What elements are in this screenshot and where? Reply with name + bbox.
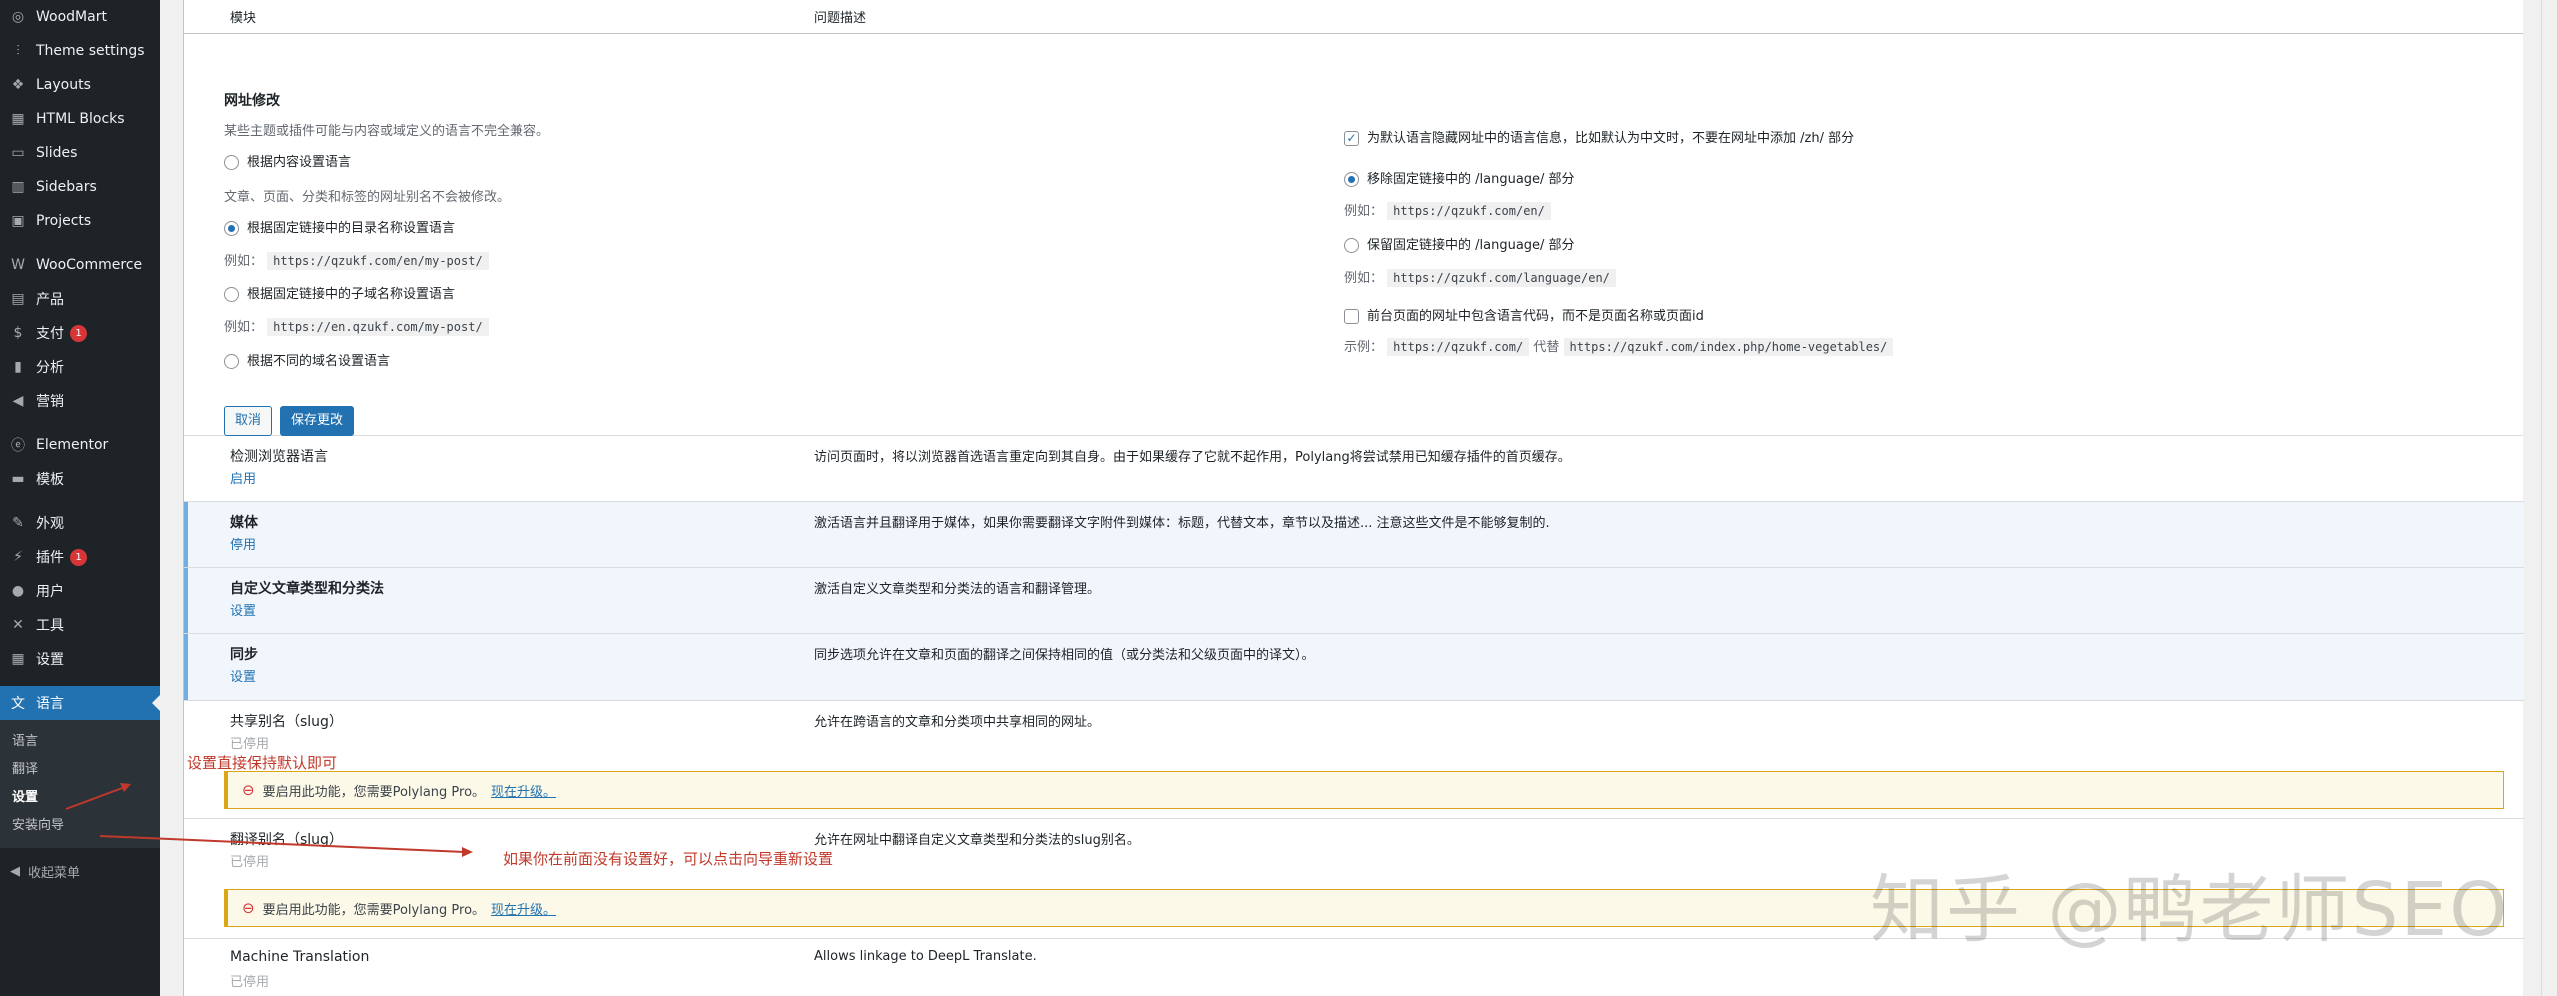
watermark: 知乎 @鸭老师SEO bbox=[1870, 867, 2510, 953]
arrow-to-settings bbox=[65, 786, 126, 810]
arrow-to-wizard bbox=[99, 835, 466, 853]
arrowhead bbox=[462, 847, 473, 857]
annotation-arrows bbox=[65, 783, 473, 857]
